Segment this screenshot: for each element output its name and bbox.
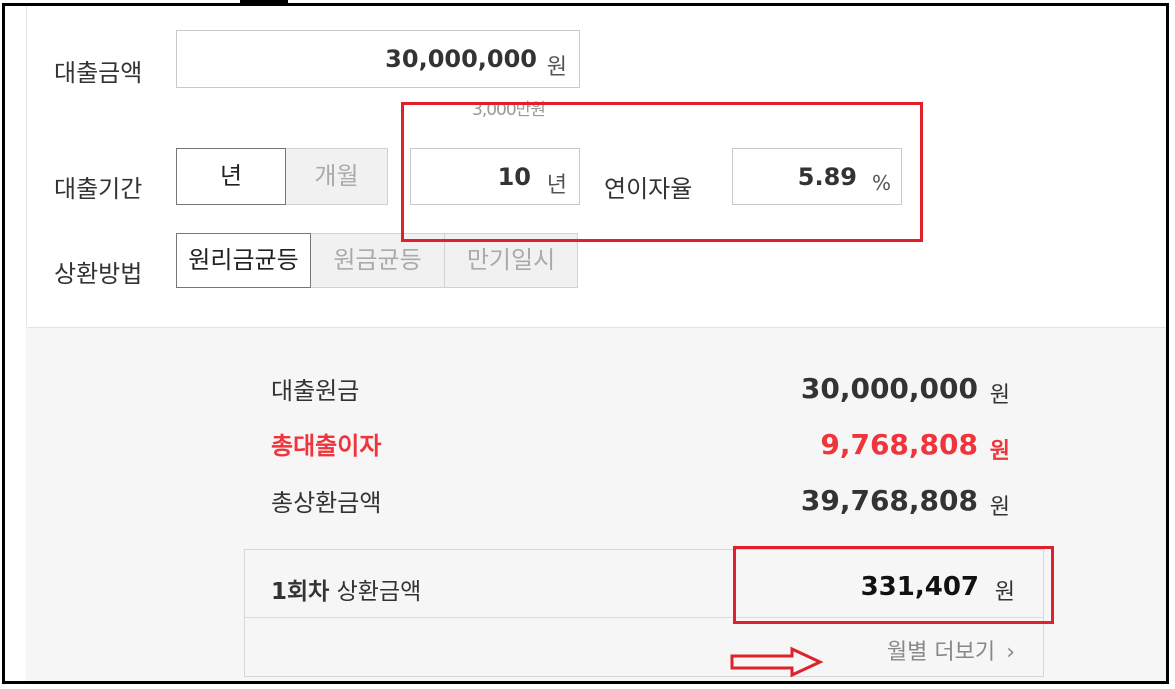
monthly-more-label: 월별 더보기 [886, 640, 996, 665]
results-panel: 대출원금 30,000,000 원 총대출이자 9,768,808 원 총상환금… [26, 327, 1166, 681]
period-unit-year[interactable]: 년 [176, 148, 286, 205]
loan-calculator: 대출금액 30,000,000 원 3,000만원 대출기간 년 개월 10 년… [2, 3, 1169, 684]
left-border [26, 6, 27, 326]
arrow-right-icon [730, 646, 824, 678]
loan-period-label: 대출기간 [54, 175, 143, 203]
principal-value: 30,000,000 [800, 372, 978, 405]
first-payment-text: 상환금액 [336, 579, 422, 605]
first-payment-label: 1회차 상환금액 [271, 572, 421, 606]
principal-unit: 원 [989, 383, 1010, 408]
first-payment-round: 1회차 [271, 579, 330, 605]
repayment-method-label: 상환방법 [54, 260, 143, 288]
total-repayment-label: 총상환금액 [271, 489, 382, 517]
highlight-box-payment [733, 546, 1054, 624]
principal-label: 대출원금 [271, 377, 360, 405]
total-repayment-value: 39,768,808 [800, 484, 978, 517]
loan-amount-input[interactable]: 30,000,000 원 [176, 30, 580, 88]
loan-amount-value: 30,000,000 [385, 45, 537, 73]
total-repayment-unit: 원 [989, 495, 1010, 520]
input-form: 대출금액 30,000,000 원 3,000만원 대출기간 년 개월 10 년… [5, 6, 1166, 326]
total-interest-label: 총대출이자 [271, 432, 382, 460]
monthly-more-link[interactable]: 월별 더보기 › [887, 634, 1015, 666]
highlight-box-period-rate [401, 102, 923, 242]
total-interest-unit: 원 [989, 439, 1010, 464]
total-interest-value: 9,768,808 [820, 428, 978, 461]
chevron-right-icon: › [1006, 640, 1015, 665]
loan-amount-unit: 원 [546, 55, 567, 80]
period-unit-month[interactable]: 개월 [285, 148, 388, 205]
method-equal-payment[interactable]: 원리금균등 [176, 233, 311, 288]
loan-amount-label: 대출금액 [54, 59, 143, 87]
